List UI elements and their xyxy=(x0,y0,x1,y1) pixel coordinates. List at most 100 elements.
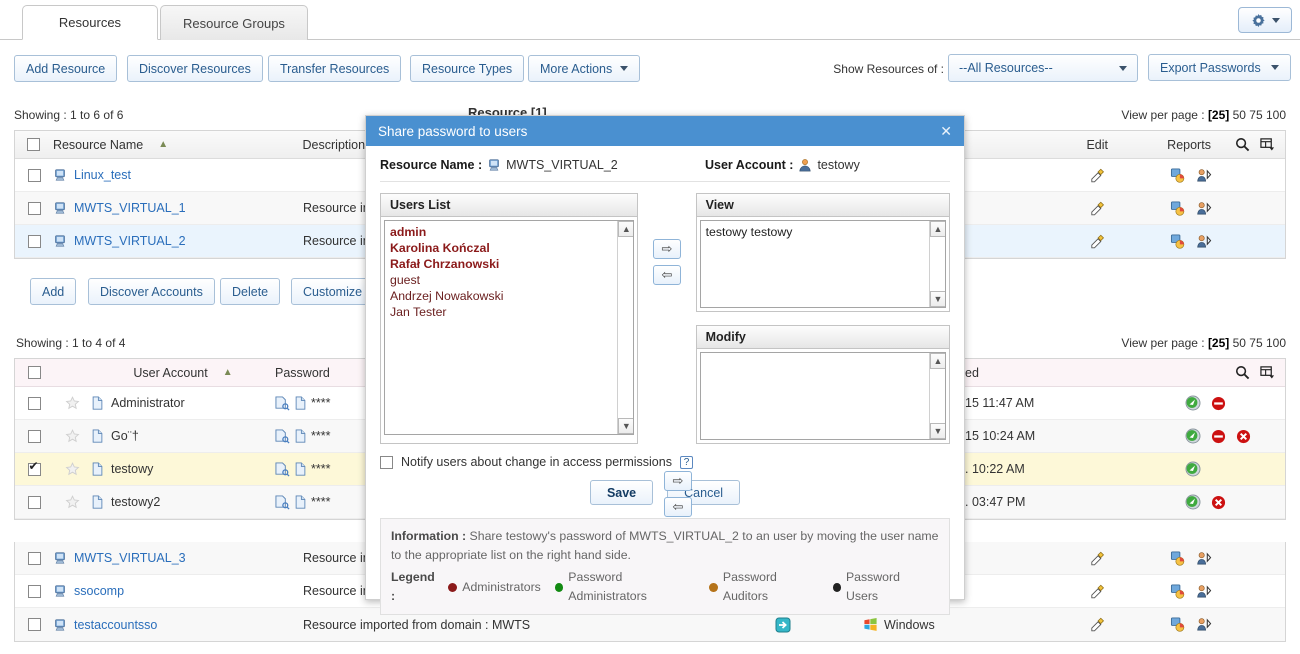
favorite-cell[interactable] xyxy=(53,428,91,444)
row-checkbox-cell[interactable] xyxy=(15,396,53,410)
column-resource-name[interactable]: Resource Name ▲ xyxy=(53,138,303,152)
reports-cell[interactable] xyxy=(1145,583,1237,599)
star-icon[interactable] xyxy=(65,395,80,411)
pie-report-icon[interactable] xyxy=(1170,617,1186,632)
user-report-icon[interactable] xyxy=(1196,584,1212,599)
favorite-cell[interactable] xyxy=(53,461,91,477)
view-password-icon[interactable] xyxy=(294,396,307,410)
vpp-selected[interactable]: [25] xyxy=(1208,108,1229,122)
select-all-checkbox-cell[interactable] xyxy=(15,138,53,151)
help-icon[interactable]: ? xyxy=(679,455,693,469)
row-checkbox-cell[interactable] xyxy=(15,168,53,182)
row-checkbox-cell[interactable] xyxy=(15,234,53,248)
vpp-options[interactable]: 50 75 100 xyxy=(1229,336,1286,350)
move-to-view-button[interactable]: ⇨ xyxy=(652,239,681,259)
tab-resource-groups[interactable]: Resource Groups xyxy=(160,5,308,40)
resource-name-link[interactable]: Linux_test xyxy=(74,168,131,182)
delete-accounts-button[interactable]: Delete xyxy=(220,278,281,305)
resource-name-link[interactable]: testaccountsso xyxy=(74,618,157,632)
deny-icon[interactable] xyxy=(1211,396,1226,411)
scroll-down-icon[interactable]: ▼ xyxy=(930,291,945,307)
access-globe-icon[interactable] xyxy=(1185,461,1201,477)
user-report-icon[interactable] xyxy=(1196,617,1212,632)
reports-cell[interactable] xyxy=(1145,617,1237,632)
row-checkbox-cell[interactable] xyxy=(15,495,53,509)
pie-report-icon[interactable] xyxy=(1170,200,1186,216)
pie-report-icon[interactable] xyxy=(1170,167,1186,183)
select-all-resources-checkbox[interactable] xyxy=(27,138,41,151)
star-icon[interactable] xyxy=(65,494,80,510)
row-checkbox-cell[interactable] xyxy=(15,618,53,631)
access-globe-icon[interactable] xyxy=(1185,395,1201,411)
row-checkbox[interactable] xyxy=(27,584,41,598)
row-checkbox[interactable] xyxy=(27,201,41,215)
resource-name-link[interactable]: MWTS_VIRTUAL_2 xyxy=(74,234,186,248)
revoke-icon[interactable] xyxy=(1211,495,1226,510)
sort-ascending-icon[interactable]: ▲ xyxy=(223,367,233,378)
row-checkbox[interactable] xyxy=(27,396,41,410)
revoke-icon[interactable] xyxy=(1236,429,1251,444)
modify-list-scrollbar[interactable]: ▲ ▼ xyxy=(929,353,945,439)
deny-icon[interactable] xyxy=(1211,429,1226,444)
vpp-selected[interactable]: [25] xyxy=(1208,336,1229,350)
edit-pencil-icon[interactable] xyxy=(1090,551,1108,566)
users-listbox[interactable]: admin Karolina Kończal Rafał Chrzanowski… xyxy=(384,220,635,435)
copy-password-icon[interactable] xyxy=(275,428,290,444)
list-item[interactable]: testowy testowy xyxy=(706,224,940,240)
save-button[interactable]: Save xyxy=(589,480,654,505)
user-report-icon[interactable] xyxy=(1196,234,1212,249)
edit-cell[interactable] xyxy=(1053,201,1145,216)
reports-cell[interactable] xyxy=(1145,550,1237,566)
resource-name-link[interactable]: ssocomp xyxy=(74,584,124,598)
favorite-cell[interactable] xyxy=(53,494,91,510)
row-checkbox[interactable] xyxy=(27,618,41,631)
add-resource-button[interactable]: Add Resource xyxy=(14,55,118,82)
column-chooser-icon[interactable] xyxy=(1260,137,1275,152)
row-checkbox-cell[interactable] xyxy=(15,460,53,476)
row-checkbox[interactable] xyxy=(27,460,41,476)
settings-gear-button[interactable] xyxy=(1238,7,1292,33)
user-report-icon[interactable] xyxy=(1196,201,1212,216)
scroll-down-icon[interactable]: ▼ xyxy=(618,418,634,434)
edit-pencil-icon[interactable] xyxy=(1090,168,1108,183)
star-icon[interactable] xyxy=(65,461,80,477)
scroll-down-icon[interactable]: ▼ xyxy=(930,423,945,439)
row-checkbox[interactable] xyxy=(27,168,41,182)
reports-cell[interactable] xyxy=(1145,233,1237,249)
tab-resources[interactable]: Resources xyxy=(22,5,158,40)
scroll-up-icon[interactable]: ▲ xyxy=(618,221,634,237)
vpp-options[interactable]: 50 75 100 xyxy=(1229,108,1286,122)
edit-pencil-icon[interactable] xyxy=(1090,584,1108,599)
copy-password-icon[interactable] xyxy=(275,461,290,477)
edit-cell[interactable] xyxy=(1053,168,1145,183)
edit-pencil-icon[interactable] xyxy=(1090,234,1108,249)
resource-name-link[interactable]: MWTS_VIRTUAL_3 xyxy=(74,551,186,565)
notify-users-checkbox[interactable] xyxy=(380,455,393,469)
edit-cell[interactable] xyxy=(1053,551,1145,566)
list-item[interactable]: guest xyxy=(390,272,628,288)
move-to-modify-button[interactable]: ⇨ xyxy=(664,471,692,491)
row-checkbox-cell[interactable] xyxy=(15,551,53,565)
list-item[interactable]: Andrzej Nowakowski xyxy=(390,288,628,304)
scroll-up-icon[interactable]: ▲ xyxy=(930,221,945,237)
list-item[interactable]: Karolina Kończal xyxy=(390,240,628,256)
resource-name-link[interactable]: MWTS_VIRTUAL_1 xyxy=(74,201,186,215)
resource-mid-cell[interactable] xyxy=(703,617,863,633)
add-account-button[interactable]: Add xyxy=(30,278,77,305)
pie-report-icon[interactable] xyxy=(1170,233,1186,249)
select-all-accounts-checkbox[interactable] xyxy=(27,366,41,379)
view-password-icon[interactable] xyxy=(294,495,307,509)
list-item[interactable]: admin xyxy=(390,224,628,240)
star-icon[interactable] xyxy=(65,428,80,444)
scroll-up-icon[interactable]: ▲ xyxy=(930,353,945,369)
row-checkbox[interactable] xyxy=(27,429,41,443)
favorite-cell[interactable] xyxy=(53,395,91,411)
row-checkbox-cell[interactable] xyxy=(15,201,53,215)
more-actions-button[interactable]: More Actions xyxy=(528,55,641,82)
row-checkbox[interactable] xyxy=(27,234,41,248)
pie-report-icon[interactable] xyxy=(1170,550,1186,566)
row-checkbox[interactable] xyxy=(27,551,41,565)
copy-password-icon[interactable] xyxy=(275,494,290,510)
export-passwords-button[interactable]: Export Passwords xyxy=(1148,54,1291,81)
discover-resources-button[interactable]: Discover Resources xyxy=(127,55,263,82)
